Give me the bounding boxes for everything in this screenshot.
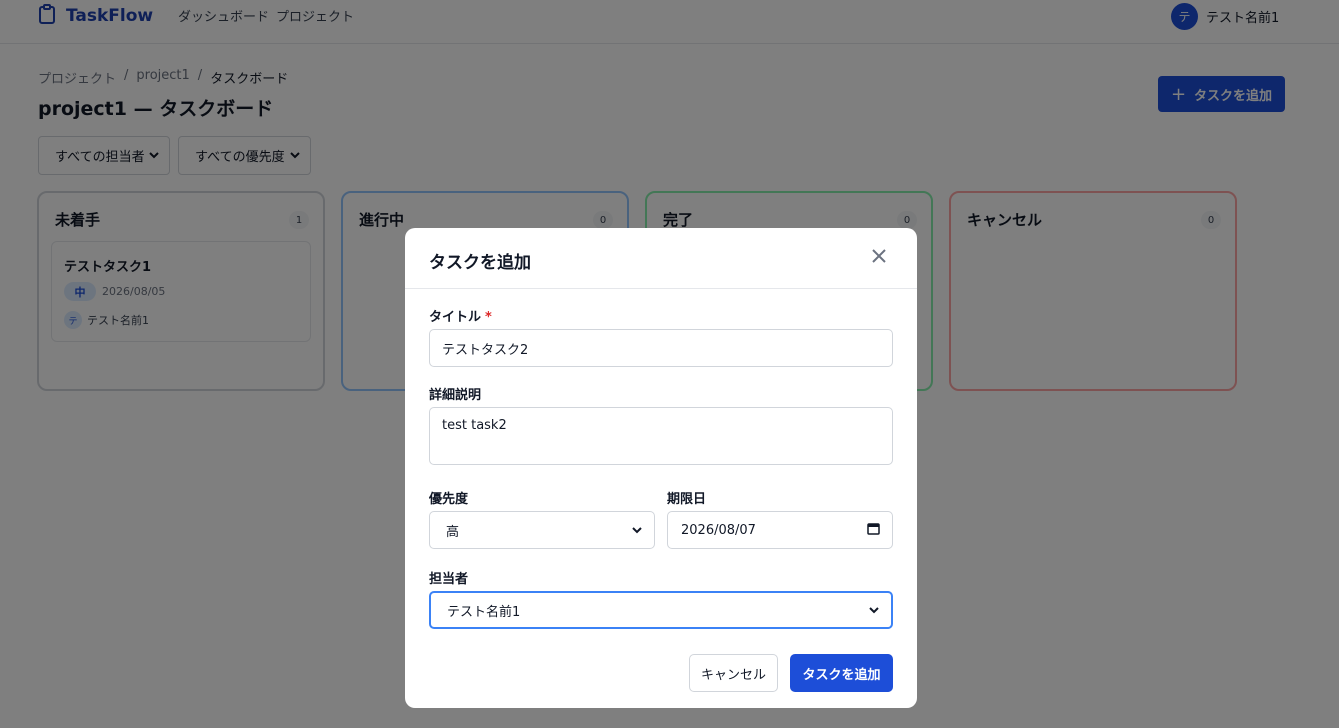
title-label: タイトル * [429,306,492,325]
priority-label: 優先度 [429,492,469,507]
description-textarea[interactable]: test task2 [429,407,893,465]
required-mark: * [485,310,492,325]
due-date-label: 期限日 [667,492,707,507]
chevron-down-icon [632,523,642,538]
priority-select[interactable]: 高 [429,511,655,549]
assignee-select[interactable]: テスト名前1 [429,591,893,629]
assignee-label: 担当者 [429,572,469,587]
assignee-select-value: テスト名前1 [447,604,521,620]
add-task-modal: タスクを追加 タイトル * テストタスク2 詳細説明 test task2 優先度… [405,228,917,708]
priority-select-value: 高 [446,524,460,540]
due-date-value: 2026/08/07 [681,522,756,538]
close-button[interactable] [867,245,891,269]
cancel-button[interactable]: キャンセル [689,654,778,692]
modal-header: タスクを追加 [405,228,917,289]
modal-title: タスクを追加 [429,253,531,273]
title-label-text: タイトル [429,310,482,325]
submit-add-task-button[interactable]: タスクを追加 [790,654,893,692]
close-icon [872,248,886,267]
due-date-input[interactable]: 2026/08/07 [667,511,893,549]
title-input[interactable]: テストタスク2 [429,329,893,367]
chevron-down-icon [869,603,879,618]
description-label: 詳細説明 [429,388,482,403]
calendar-icon[interactable] [867,522,880,539]
